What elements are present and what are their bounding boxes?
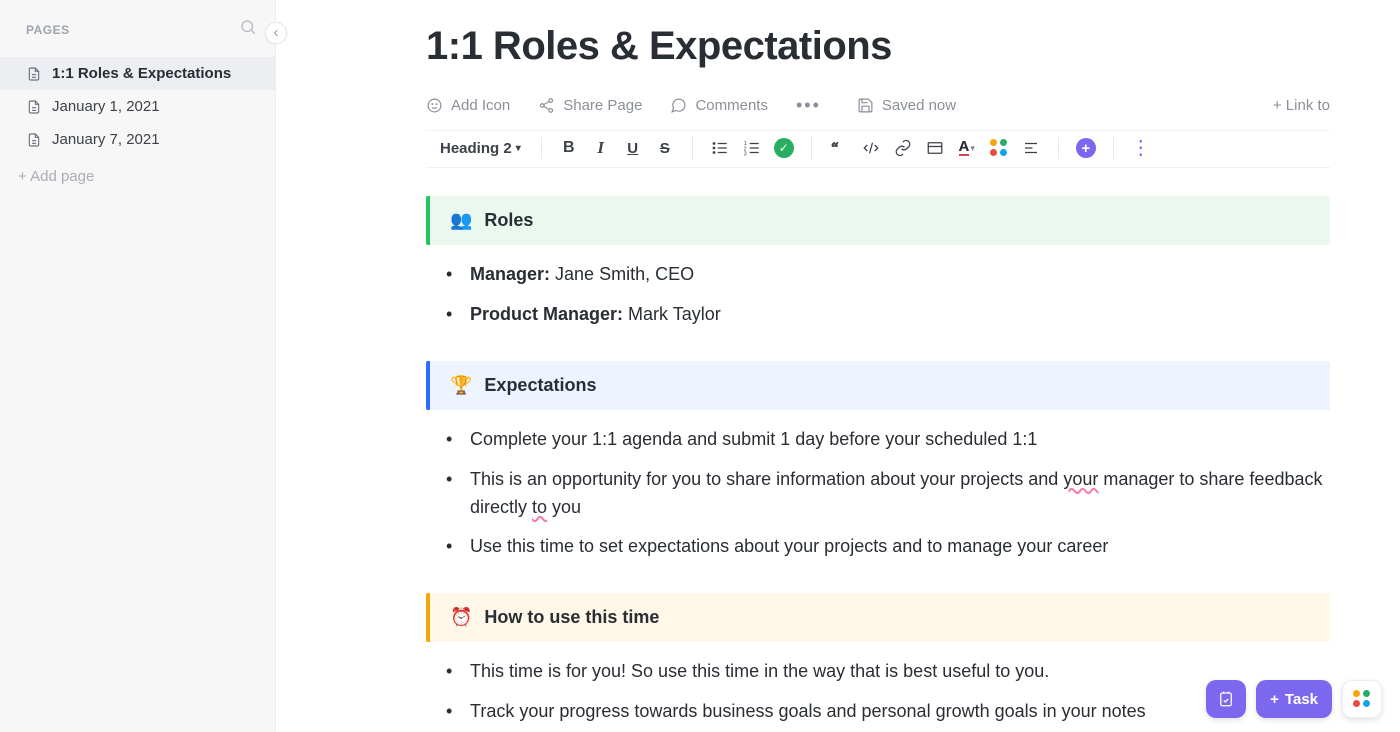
- toolbar-separator: [811, 137, 812, 159]
- comments-button[interactable]: Comments: [670, 97, 768, 114]
- how-to-list[interactable]: This time is for you! So use this time i…: [426, 642, 1330, 732]
- list-item[interactable]: Product Manager: Mark Taylor: [446, 295, 1330, 335]
- align-button[interactable]: [1020, 137, 1042, 159]
- page-icon: [26, 132, 42, 148]
- sidebar-item-label: 1:1 Roles & Expectations: [52, 65, 231, 82]
- banner-button[interactable]: [924, 137, 946, 159]
- people-icon: 👥: [450, 210, 472, 231]
- collapse-sidebar-button[interactable]: [265, 22, 287, 44]
- svg-text:3: 3: [743, 152, 746, 158]
- chevron-down-icon: ▾: [516, 143, 521, 154]
- toolbar-separator: [692, 137, 693, 159]
- page-icon: [26, 66, 42, 82]
- apps-button[interactable]: [1342, 680, 1382, 718]
- font-color-icon: A: [959, 140, 970, 156]
- chevron-down-icon: ▾: [970, 143, 975, 154]
- quote-button[interactable]: “: [828, 137, 850, 159]
- search-icon[interactable]: [239, 18, 257, 41]
- underline-button[interactable]: U: [622, 137, 644, 159]
- grammar-highlight: to: [532, 497, 547, 517]
- alarm-clock-icon: ⏰: [450, 607, 472, 628]
- expectations-list[interactable]: Complete your 1:1 agenda and submit 1 da…: [426, 410, 1330, 590]
- bulleted-list-button[interactable]: [709, 137, 731, 159]
- link-button[interactable]: [892, 137, 914, 159]
- saved-status: Saved now: [857, 97, 956, 114]
- callout-expectations[interactable]: 🏆 Expectations: [426, 361, 1330, 410]
- callout-roles[interactable]: 👥 Roles: [426, 196, 1330, 245]
- page-list: 1:1 Roles & Expectations January 1, 2021…: [0, 55, 275, 156]
- add-icon-button[interactable]: Add Icon: [426, 97, 510, 114]
- sidebar-title: PAGES: [26, 23, 70, 37]
- checklist-button[interactable]: ✓: [773, 137, 795, 159]
- insert-button[interactable]: +: [1075, 137, 1097, 159]
- role-label: Product Manager:: [470, 304, 623, 324]
- role-value: Jane Smith, CEO: [555, 264, 694, 284]
- list-item[interactable]: This is an opportunity for you to share …: [446, 460, 1330, 528]
- svg-text:“: “: [831, 141, 838, 157]
- page-content[interactable]: 👥 Roles Manager: Jane Smith, CEO Product…: [426, 196, 1330, 732]
- share-button[interactable]: Share Page: [538, 97, 642, 114]
- list-item[interactable]: This time is for you! So use this time i…: [446, 652, 1330, 692]
- list-item[interactable]: Track your progress towards business goa…: [446, 692, 1330, 732]
- main: 1:1 Roles & Expectations Add Icon Share …: [276, 0, 1400, 732]
- plus-circle-icon: +: [1076, 138, 1096, 158]
- sidebar-item-label: January 7, 2021: [52, 131, 160, 148]
- floating-action-bar: + Task: [1206, 680, 1382, 718]
- list-item[interactable]: Manager: Jane Smith, CEO: [446, 255, 1330, 295]
- link-to-button[interactable]: + Link to: [1273, 97, 1330, 114]
- formatting-toolbar: Heading 2 ▾ B I U S 123 ✓ “ A: [426, 130, 1330, 168]
- share-label: Share Page: [563, 97, 642, 114]
- add-page-button[interactable]: + Add page: [0, 156, 275, 193]
- toolbar-more-button[interactable]: ⋮: [1130, 137, 1152, 159]
- numbered-list-button[interactable]: 123: [741, 137, 763, 159]
- roles-list[interactable]: Manager: Jane Smith, CEO Product Manager…: [426, 245, 1330, 357]
- toolbar-separator: [1058, 137, 1059, 159]
- bold-button[interactable]: B: [558, 137, 580, 159]
- four-dots-icon: [990, 139, 1008, 157]
- saved-label: Saved now: [882, 97, 956, 114]
- notepad-button[interactable]: [1206, 680, 1246, 718]
- sidebar-header: PAGES: [0, 18, 275, 55]
- sidebar-item-roles-expectations[interactable]: 1:1 Roles & Expectations: [0, 57, 275, 90]
- role-label: Manager:: [470, 264, 550, 284]
- more-options-button[interactable]: •••: [796, 95, 821, 116]
- highlight-color-button[interactable]: [988, 137, 1010, 159]
- add-icon-label: Add Icon: [451, 97, 510, 114]
- font-color-button[interactable]: A ▾: [956, 137, 978, 159]
- page-icon: [26, 99, 42, 115]
- style-picker-label: Heading 2: [440, 140, 512, 157]
- new-task-button[interactable]: + Task: [1256, 680, 1332, 718]
- callout-how-to[interactable]: ⏰ How to use this time: [426, 593, 1330, 642]
- page-title[interactable]: 1:1 Roles & Expectations: [426, 24, 1330, 69]
- task-label: Task: [1285, 691, 1318, 708]
- link-to-label: + Link to: [1273, 97, 1330, 114]
- callout-title: How to use this time: [484, 607, 659, 628]
- sidebar-item-label: January 1, 2021: [52, 98, 160, 115]
- italic-button[interactable]: I: [590, 137, 612, 159]
- callout-title: Roles: [484, 210, 533, 231]
- style-picker[interactable]: Heading 2 ▾: [440, 140, 525, 157]
- role-value: Mark Taylor: [628, 304, 721, 324]
- grammar-highlight: your: [1063, 469, 1098, 489]
- toolbar-separator: [1113, 137, 1114, 159]
- comments-label: Comments: [695, 97, 768, 114]
- apps-icon: [1353, 690, 1371, 708]
- strikethrough-button[interactable]: S: [654, 137, 676, 159]
- toolbar-separator: [541, 137, 542, 159]
- list-item[interactable]: Complete your 1:1 agenda and submit 1 da…: [446, 420, 1330, 460]
- list-item[interactable]: Use this time to set expectations about …: [446, 527, 1330, 567]
- page-meta-row: Add Icon Share Page Comments ••• Saved n…: [426, 95, 1330, 116]
- plus-icon: +: [1270, 691, 1279, 708]
- code-block-button[interactable]: [860, 137, 882, 159]
- callout-title: Expectations: [484, 375, 596, 396]
- check-icon: ✓: [774, 138, 794, 158]
- sidebar-item-jan-1[interactable]: January 1, 2021: [0, 90, 275, 123]
- sidebar-item-jan-7[interactable]: January 7, 2021: [0, 123, 275, 156]
- sidebar: PAGES 1:1 Roles & Expectations January 1…: [0, 0, 276, 732]
- trophy-icon: 🏆: [450, 375, 472, 396]
